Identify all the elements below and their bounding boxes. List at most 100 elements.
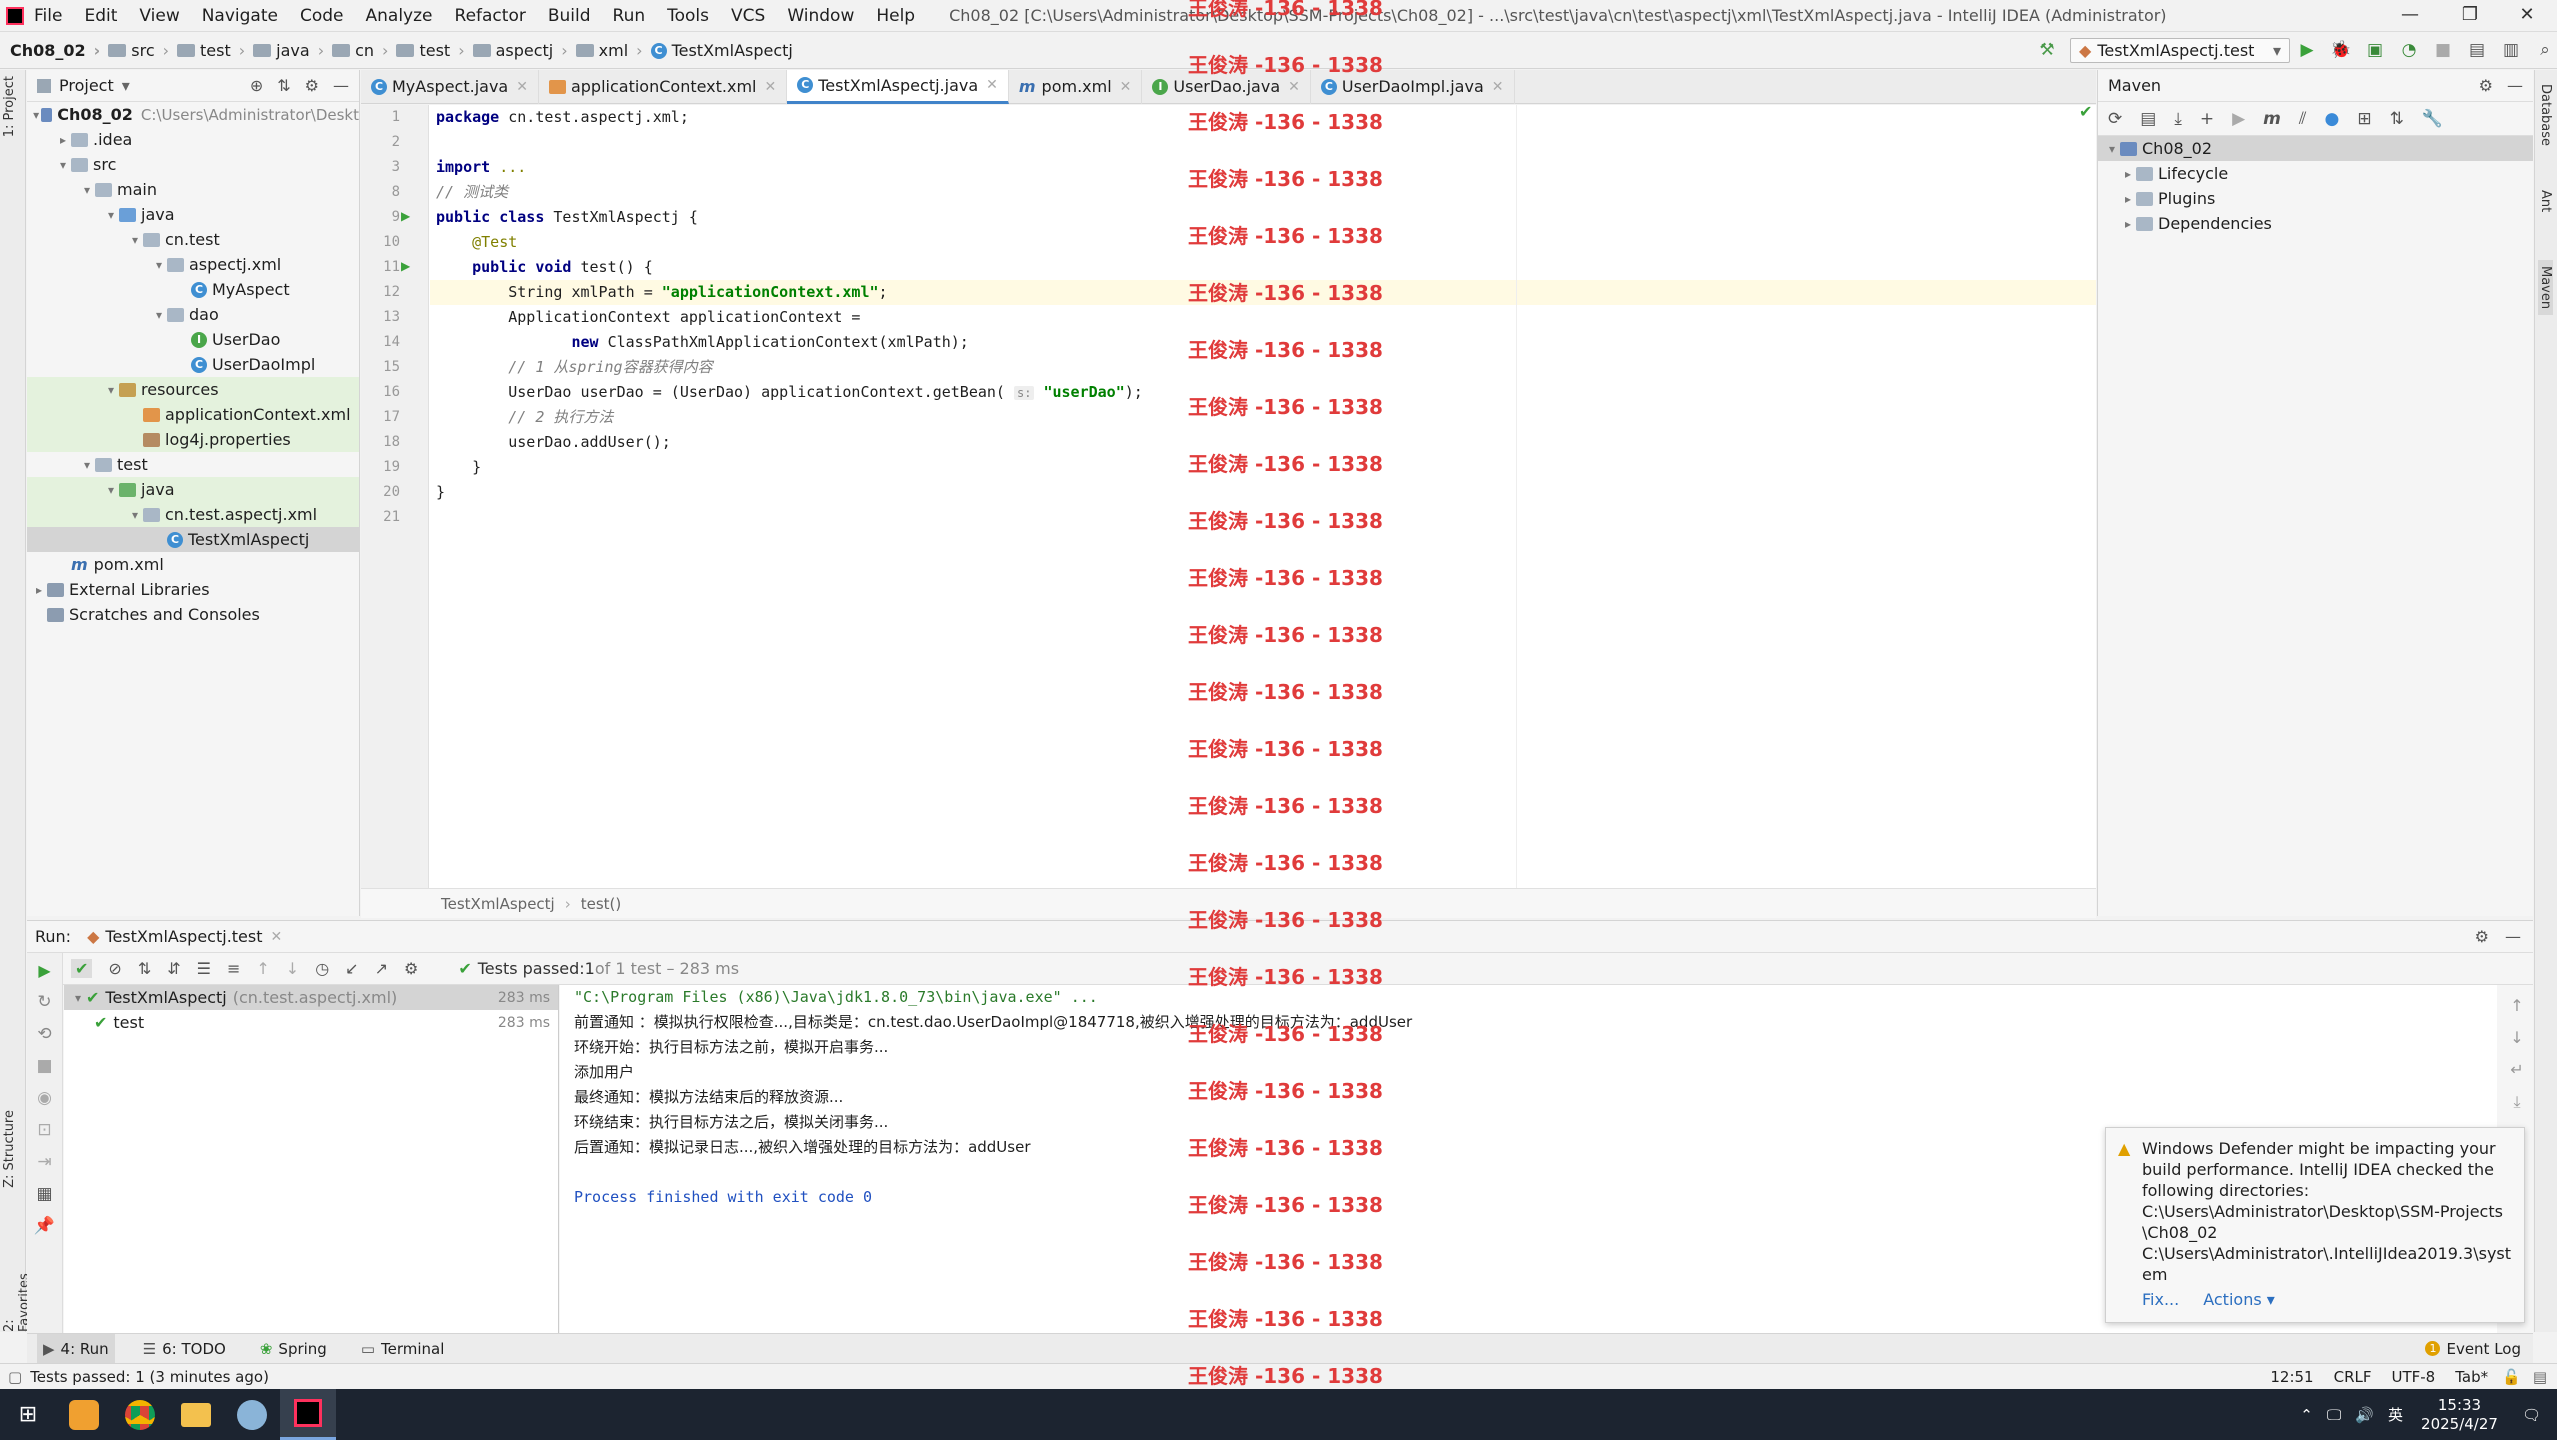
test-tree-item[interactable]: ▾ ✔ TestXmlAspectj (cn.test.aspectj.xml) 283… — [64, 985, 558, 1010]
chevron-down-icon[interactable]: ▾ — [122, 76, 130, 95]
menu-item-navigate[interactable]: Navigate — [202, 6, 278, 26]
chevron-down-icon[interactable]: ▾ — [79, 183, 95, 197]
maven-goal-icon[interactable]: m — [2263, 109, 2281, 129]
locate-icon[interactable]: ⊕ — [250, 76, 263, 95]
rerun-failed-icon[interactable]: ↻ — [27, 992, 62, 1012]
menu-item-view[interactable]: View — [139, 6, 179, 26]
minimize-button[interactable]: — — [2380, 0, 2440, 32]
breadcrumb-item[interactable]: test › — [177, 41, 245, 60]
bottom-tab[interactable]: ☰ 6: TODO — [137, 1334, 232, 1364]
project-tree-item[interactable]: ▸ External Libraries — [27, 577, 359, 602]
chevron-right-icon[interactable]: ▸ — [2120, 167, 2136, 181]
bottom-tab[interactable]: ▶ 4: Run — [37, 1333, 115, 1364]
chevron-down-icon[interactable]: ▾ — [103, 483, 119, 497]
sdk-icon[interactable]: ▥ — [2500, 39, 2522, 61]
hide-icon[interactable]: — — [333, 76, 349, 95]
status-toggle-icon[interactable]: ▢ — [8, 1368, 22, 1386]
sort-duration-icon[interactable]: ⇵ — [167, 959, 180, 978]
chevron-right-icon[interactable]: ▸ — [55, 133, 71, 147]
scroll-end-icon[interactable]: ⤓ — [2505, 1086, 2529, 1118]
database-tool-tab[interactable]: Database — [2538, 84, 2553, 146]
stop-icon[interactable]: ■ — [27, 1056, 62, 1076]
close-icon[interactable]: ✕ — [1288, 79, 1300, 95]
project-tree-item[interactable]: C MyAspect — [27, 277, 359, 302]
intellij-taskbar-icon[interactable] — [280, 1389, 336, 1440]
chevron-down-icon[interactable]: ▾ — [103, 383, 119, 397]
close-icon[interactable]: ✕ — [986, 77, 998, 93]
file-explorer-icon[interactable] — [168, 1389, 224, 1440]
breadcrumb-item[interactable]: cn › — [332, 41, 388, 60]
pin-icon[interactable]: 📌 — [27, 1216, 62, 1236]
rerun-icon[interactable]: ▶ — [27, 961, 62, 980]
dump-threads-icon[interactable]: ◉ — [27, 1088, 62, 1108]
gear-icon[interactable]: ⚙ — [2475, 927, 2489, 946]
chevron-down-icon[interactable]: ▾ — [70, 991, 86, 1005]
volume-icon[interactable]: 🔊 — [2355, 1406, 2374, 1424]
menu-item-window[interactable]: Window — [787, 6, 854, 26]
fix-link[interactable]: Fix... — [2142, 1289, 2179, 1310]
project-tree-item[interactable]: ▾ test — [27, 452, 359, 477]
chevron-down-icon[interactable]: ▾ — [103, 208, 119, 222]
chevron-down-icon[interactable]: ▾ — [79, 458, 95, 472]
settings-icon[interactable]: ⚙ — [404, 959, 418, 978]
run-config-select[interactable]: ◆ TestXmlAspectj.test ▾ — [2070, 38, 2290, 63]
tray-chevron-icon[interactable]: ⌃ — [2300, 1406, 2313, 1424]
gear-icon[interactable]: ⚙ — [305, 76, 319, 95]
search-icon[interactable]: ⌕ — [2534, 39, 2556, 61]
export-icon[interactable]: ↗ — [375, 959, 388, 978]
menu-item-help[interactable]: Help — [876, 6, 915, 26]
layout-icon[interactable]: ▦ — [27, 1184, 62, 1204]
add-icon[interactable]: + — [2200, 109, 2214, 129]
editor-tab[interactable]: applicationContext.xml ✕ — [539, 69, 788, 104]
reimport-icon[interactable]: ⟳ — [2108, 109, 2122, 129]
close-icon[interactable]: ✕ — [765, 79, 777, 95]
test-history-icon[interactable]: ◷ — [315, 959, 329, 978]
project-tree-item[interactable]: ▾ main — [27, 177, 359, 202]
ant-tool-tab[interactable]: Ant — [2538, 190, 2553, 212]
chevron-down-icon[interactable]: ▾ — [151, 258, 167, 272]
project-tree-item[interactable]: ▾ resources — [27, 377, 359, 402]
chevron-right-icon[interactable]: ▸ — [2120, 217, 2136, 231]
build-hammer-icon[interactable]: ⚒ — [2036, 39, 2058, 61]
run-tab[interactable]: TestXmlAspectj.test — [105, 927, 262, 946]
menu-item-run[interactable]: Run — [613, 6, 646, 26]
chevron-down-icon[interactable]: ▾ — [127, 233, 143, 247]
menu-item-analyze[interactable]: Analyze — [366, 6, 433, 26]
soft-wrap-icon[interactable]: ↵ — [2505, 1054, 2529, 1086]
breadcrumb-item[interactable]: Ch08_02 › — [10, 41, 100, 60]
generate-sources-icon[interactable]: ▤ — [2140, 109, 2156, 129]
exit-icon[interactable]: ⇥ — [27, 1152, 62, 1172]
expand-all-icon[interactable]: ☰ — [197, 959, 211, 978]
project-tree-item[interactable]: ▾ cn.test — [27, 227, 359, 252]
line-separator[interactable]: CRLF — [2334, 1368, 2372, 1386]
show-ignored-icon[interactable]: ⊘ — [108, 959, 121, 978]
scroll-down-icon[interactable]: ↓ — [2505, 1022, 2529, 1054]
project-tree-item[interactable]: Scratches and Consoles — [27, 602, 359, 627]
hide-icon[interactable]: — — [2505, 927, 2521, 946]
run-maven-icon[interactable]: ▶ — [2232, 109, 2245, 129]
bottom-tab[interactable]: ▭ Terminal — [355, 1334, 451, 1364]
next-failed-icon[interactable]: ↓ — [286, 959, 299, 978]
chevron-down-icon[interactable]: ▾ — [55, 158, 71, 172]
breadcrumb-item[interactable]: C TestXmlAspectj — [650, 41, 793, 60]
download-icon[interactable]: ⤓ — [2174, 109, 2182, 129]
profile-icon[interactable]: ◔ — [2398, 39, 2420, 61]
clock-date[interactable]: 2025/4/27 — [2421, 1415, 2498, 1434]
memory-icon[interactable]: ▤ — [2533, 1368, 2547, 1386]
prev-failed-icon[interactable]: ↑ — [256, 959, 269, 978]
project-tree-item[interactable]: ▸ .idea — [27, 127, 359, 152]
editor-tab[interactable]: C MyAspect.java ✕ — [361, 69, 539, 104]
run-gutter-icon[interactable]: ▶ — [401, 259, 410, 273]
breadcrumb-item[interactable]: aspectj › — [472, 41, 568, 60]
toggle-offline-icon[interactable]: ⫽ — [2299, 109, 2307, 129]
editor-tab[interactable]: m pom.xml ✕ — [1009, 69, 1143, 104]
chevron-down-icon[interactable]: ▾ — [31, 108, 41, 122]
event-log-button[interactable]: Event Log — [2446, 1340, 2521, 1358]
chevron-down-icon[interactable]: ▾ — [151, 308, 167, 322]
network-icon[interactable]: 🖵 — [2327, 1406, 2341, 1424]
caret-position[interactable]: 12:51 — [2270, 1368, 2313, 1386]
project-structure-icon[interactable]: ▤ — [2466, 39, 2488, 61]
run-icon[interactable]: ▶ — [2296, 39, 2318, 61]
lock-icon[interactable]: 🔓 — [2502, 1368, 2521, 1386]
project-tree-item[interactable]: ▾ java — [27, 477, 359, 502]
